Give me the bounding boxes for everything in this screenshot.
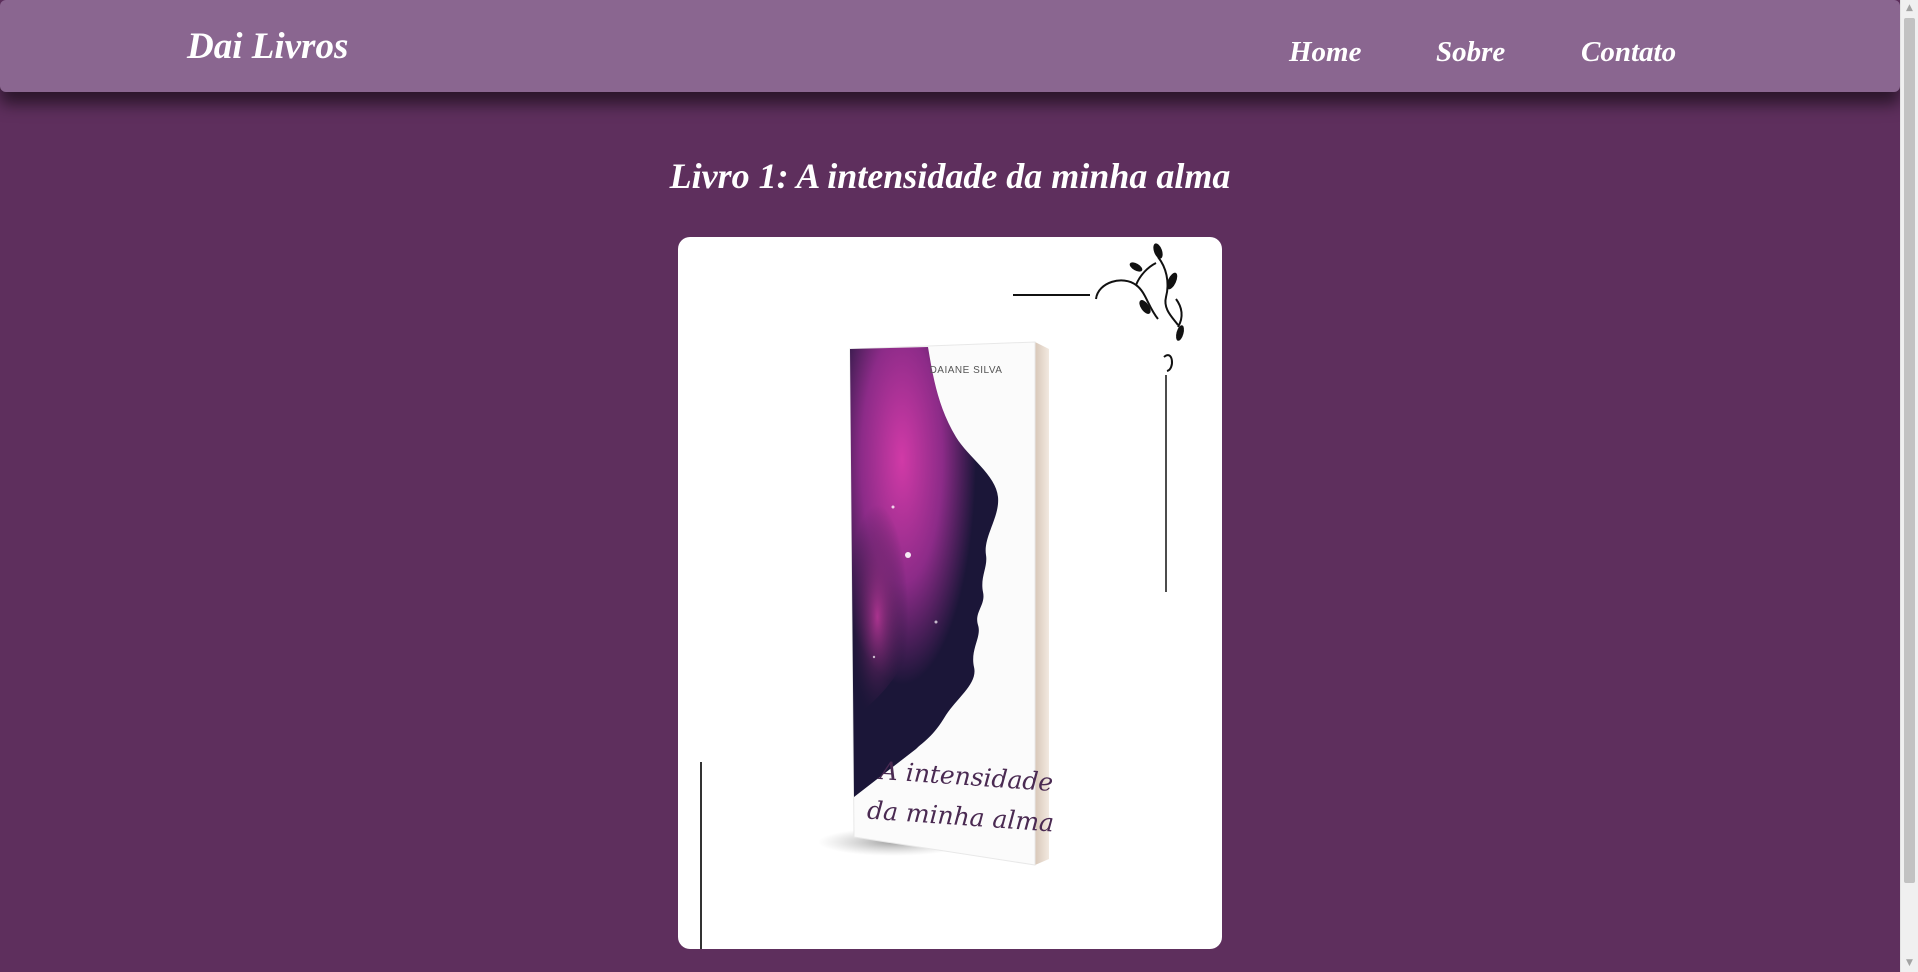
scrollbar[interactable]: ▲ ▼ bbox=[1900, 0, 1918, 972]
navbar: Dai Livros Home Sobre Contato bbox=[0, 0, 1900, 92]
brand-link[interactable]: Dai Livros bbox=[187, 28, 348, 65]
scroll-up-icon[interactable]: ▲ bbox=[1901, 0, 1918, 17]
scroll-down-icon[interactable]: ▼ bbox=[1901, 955, 1918, 972]
star-icon bbox=[891, 505, 895, 509]
star-icon bbox=[905, 552, 911, 558]
scroll-thumb[interactable] bbox=[1904, 18, 1915, 883]
leaf-ornament-icon bbox=[1129, 243, 1184, 341]
star-icon bbox=[872, 655, 876, 659]
star-icon bbox=[934, 620, 938, 624]
cover-author: DAIANE SILVA bbox=[930, 365, 1003, 376]
book-cover-image: DAIANE SILVA A intensidade da minha alma bbox=[678, 237, 1222, 949]
page: Dai Livros Home Sobre Contato Livro 1: A… bbox=[0, 0, 1918, 972]
nav-link-home[interactable]: Home bbox=[1289, 38, 1362, 67]
book-title: Livro 1: A intensidade da minha alma bbox=[669, 156, 1231, 196]
nav-link-sobre[interactable]: Sobre bbox=[1436, 38, 1505, 67]
nav-link-contato[interactable]: Contato bbox=[1581, 38, 1676, 67]
